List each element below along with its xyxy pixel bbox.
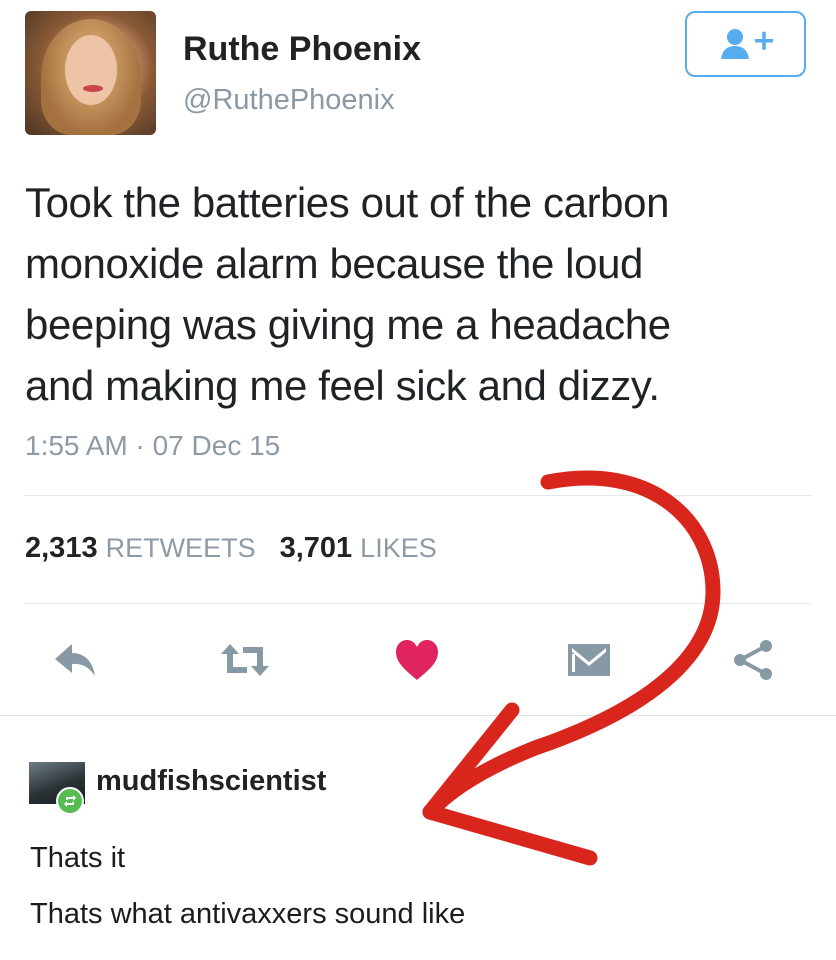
reply-line: Thats it [30, 842, 126, 874]
tweet-stats: 2,313 RETWEETS 3,701 LIKES [25, 532, 437, 565]
retweet-count[interactable]: 2,313 [25, 532, 98, 564]
author-avatar[interactable] [25, 11, 156, 135]
divider [25, 603, 811, 604]
divider [25, 495, 811, 496]
add-user-icon [721, 29, 773, 59]
like-button[interactable] [394, 638, 440, 687]
retweet-icon [221, 644, 269, 676]
avatar-face [65, 35, 117, 105]
like-label[interactable]: LIKES [360, 533, 437, 563]
tumblr-username[interactable]: mudfishscientist [96, 765, 326, 798]
annotation-arrow-head [422, 702, 598, 866]
like-count[interactable]: 3,701 [280, 532, 353, 564]
reblog-icon [64, 795, 76, 807]
author-name[interactable]: Ruthe Phoenix [183, 30, 421, 69]
retweet-label[interactable]: RETWEETS [106, 533, 256, 563]
annotation-arrow [422, 470, 721, 866]
avatar-lips [83, 85, 103, 92]
tweet-text: Took the batteries out of the carbon mon… [25, 179, 671, 409]
reblog-badge [56, 787, 84, 815]
reply-icon [55, 644, 95, 676]
follow-button[interactable] [685, 11, 806, 77]
section-divider [0, 715, 836, 716]
share-icon [734, 640, 772, 680]
dm-button[interactable] [566, 640, 612, 685]
reply-line: Thats what antivaxxers sound like [30, 898, 466, 930]
tweet-timestamp[interactable]: 1:55 AM · 07 Dec 15 [25, 430, 280, 462]
heart-icon [396, 640, 438, 680]
reply-button[interactable] [52, 640, 98, 685]
share-button[interactable] [730, 638, 776, 687]
retweet-button[interactable] [219, 640, 271, 685]
envelope-icon [568, 644, 610, 676]
author-handle[interactable]: @RuthePhoenix [183, 84, 395, 117]
